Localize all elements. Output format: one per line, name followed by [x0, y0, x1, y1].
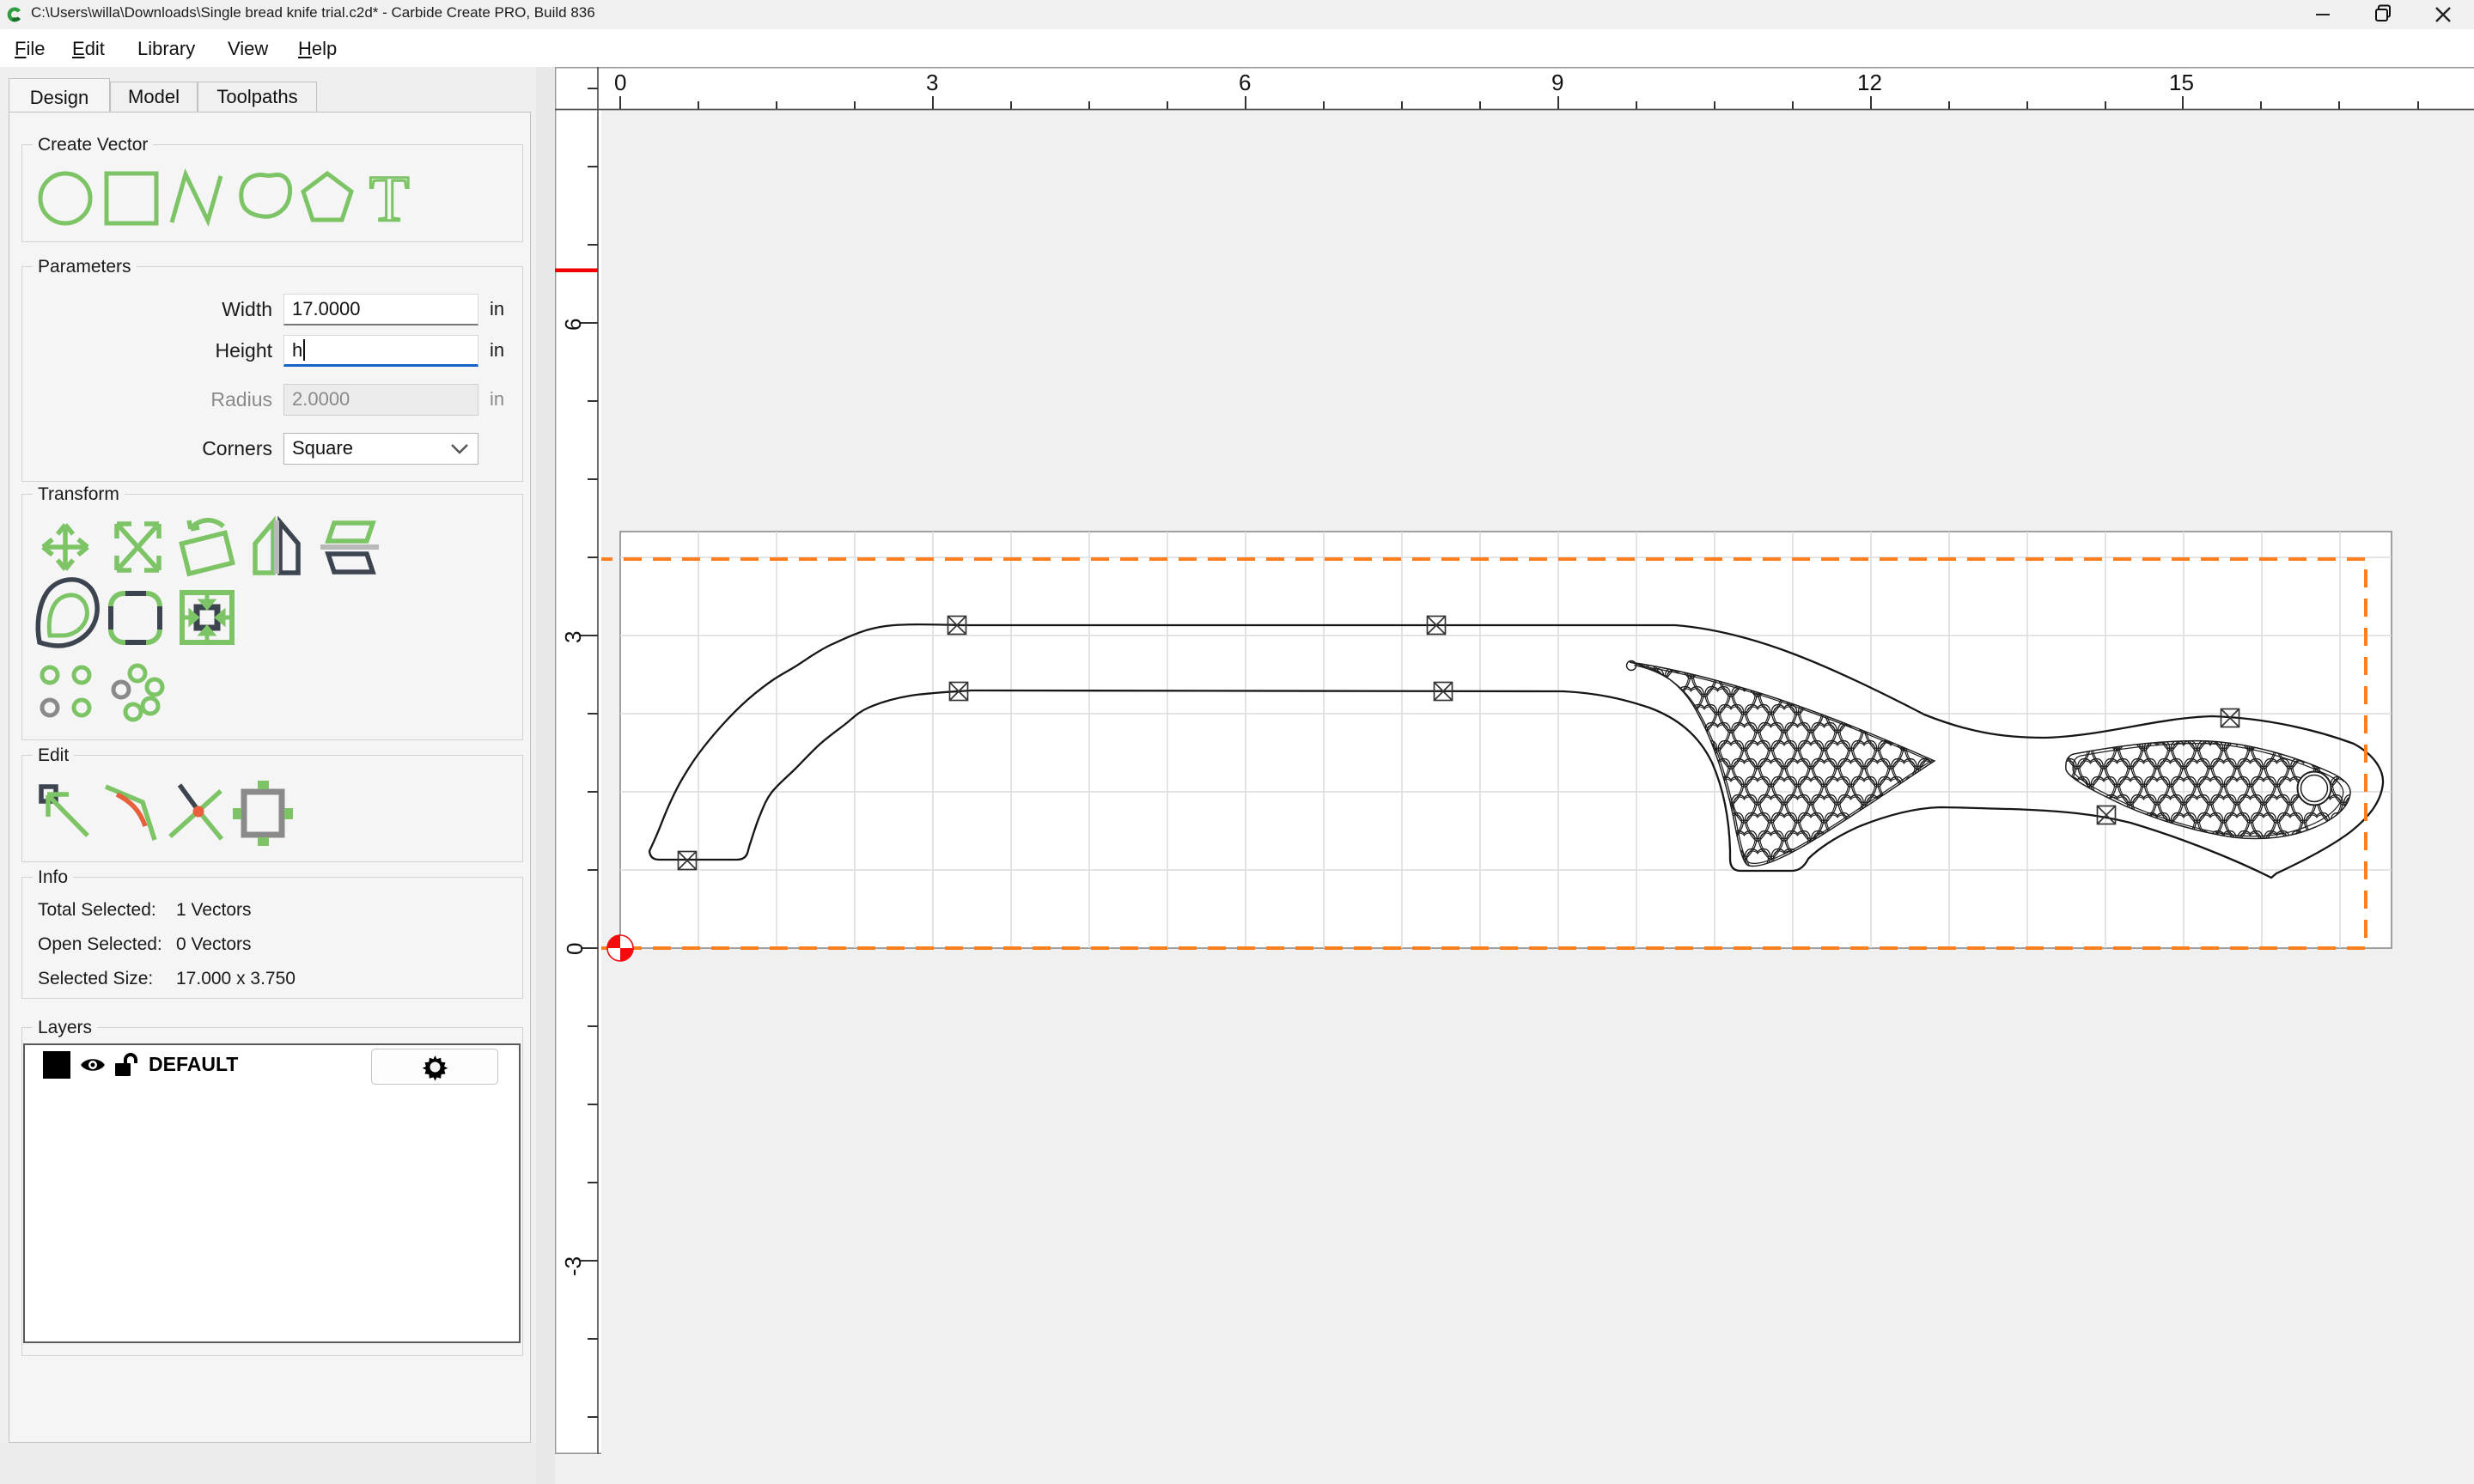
svg-text:6: 6 [560, 319, 586, 331]
svg-text:0: 0 [562, 943, 588, 955]
svg-text:-3: -3 [560, 1256, 586, 1276]
svg-text:9: 9 [1551, 70, 1563, 95]
svg-text:T: T [369, 168, 409, 228]
svg-text:6: 6 [1239, 70, 1251, 95]
svg-text:3: 3 [926, 70, 938, 95]
svg-text:0: 0 [614, 70, 626, 95]
svg-text:3: 3 [560, 631, 586, 643]
svg-text:12: 12 [1857, 70, 1882, 95]
svg-text:15: 15 [2169, 70, 2194, 95]
